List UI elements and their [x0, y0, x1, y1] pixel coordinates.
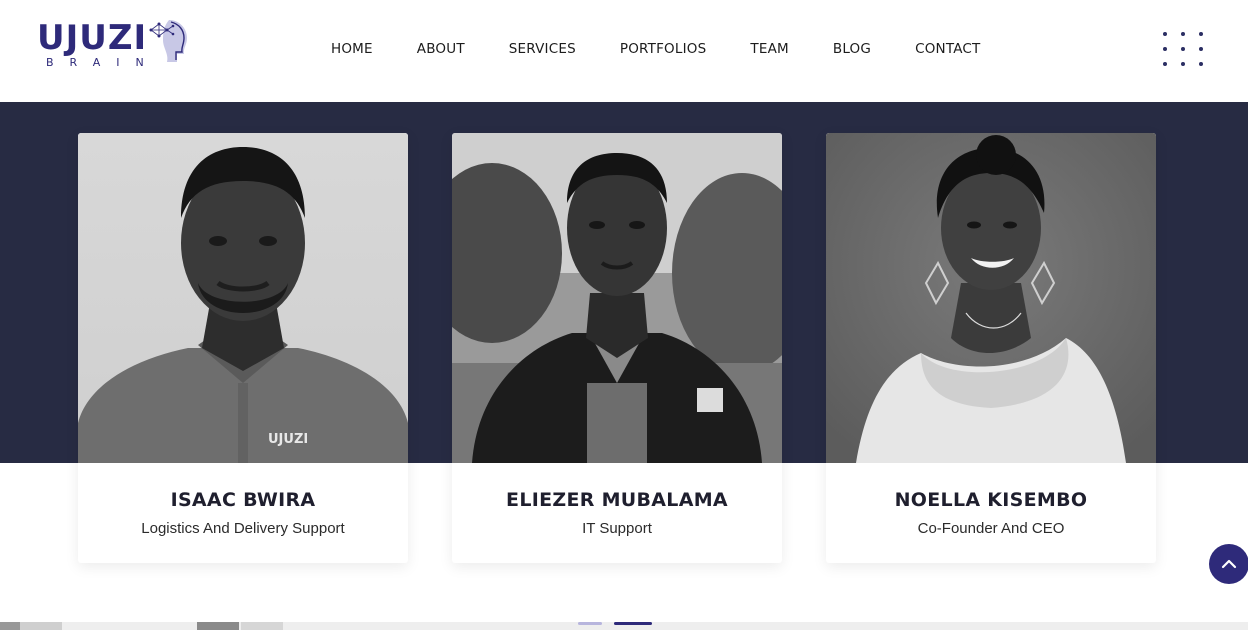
brand-logo[interactable]: UJUZI BRAIN — [37, 18, 197, 74]
dot — [1163, 32, 1167, 36]
dot — [1181, 62, 1185, 66]
scroll-to-top-button[interactable] — [1209, 544, 1248, 584]
member-role: Co-Founder And CEO — [917, 520, 1065, 537]
brain-head-icon — [149, 20, 187, 62]
thumbnail — [0, 622, 20, 630]
nav-contact[interactable]: CONTACT — [915, 38, 980, 60]
member-name: NOELLA KISEMBO — [894, 489, 1088, 511]
member-role: IT Support — [582, 520, 652, 537]
person-photo-icon: UJUZI — [78, 133, 408, 463]
nav-portfolios[interactable]: PORTFOLIOS — [620, 38, 707, 60]
member-name: ELIEZER MUBALAMA — [506, 489, 728, 511]
person-photo-icon — [826, 133, 1156, 463]
thumbnail — [241, 622, 283, 630]
dot — [1181, 47, 1185, 51]
team-card[interactable]: ELIEZER MUBALAMA IT Support — [452, 133, 782, 563]
member-name: ISAAC BWIRA — [170, 489, 316, 511]
nav-blog[interactable]: BLOG — [833, 38, 871, 60]
team-card[interactable]: NOELLA KISEMBO Co-Founder And CEO — [826, 133, 1156, 563]
pager-dot-active[interactable] — [614, 622, 652, 625]
brand-subtitle: BRAIN — [46, 56, 160, 69]
team-card[interactable]: UJUZI ISAAC BWIRA Logistics And Delivery… — [78, 133, 408, 563]
svg-text:UJUZI: UJUZI — [268, 432, 308, 447]
brand-name: UJUZI — [37, 18, 148, 58]
site-header: UJUZI BRAIN HOME ABOUT SERVICES PORTFOLI… — [0, 0, 1248, 102]
thumbnail — [20, 622, 62, 630]
grid-dots-icon[interactable] — [1163, 32, 1203, 68]
dot — [1199, 32, 1203, 36]
chevron-up-icon — [1221, 559, 1237, 569]
nav-services[interactable]: SERVICES — [509, 38, 576, 60]
dot — [1181, 32, 1185, 36]
dot — [1199, 47, 1203, 51]
nav-about[interactable]: ABOUT — [417, 38, 465, 60]
nav-team[interactable]: TEAM — [750, 38, 788, 60]
pager-dot[interactable] — [578, 622, 602, 625]
dot — [1163, 47, 1167, 51]
member-role: Logistics And Delivery Support — [141, 520, 345, 537]
person-photo-icon — [452, 133, 782, 463]
dot — [1163, 62, 1167, 66]
thumbnail — [197, 622, 239, 630]
nav-home[interactable]: HOME — [331, 38, 373, 60]
main-nav: HOME ABOUT SERVICES PORTFOLIOS TEAM BLOG… — [331, 38, 980, 60]
dot — [1199, 62, 1203, 66]
